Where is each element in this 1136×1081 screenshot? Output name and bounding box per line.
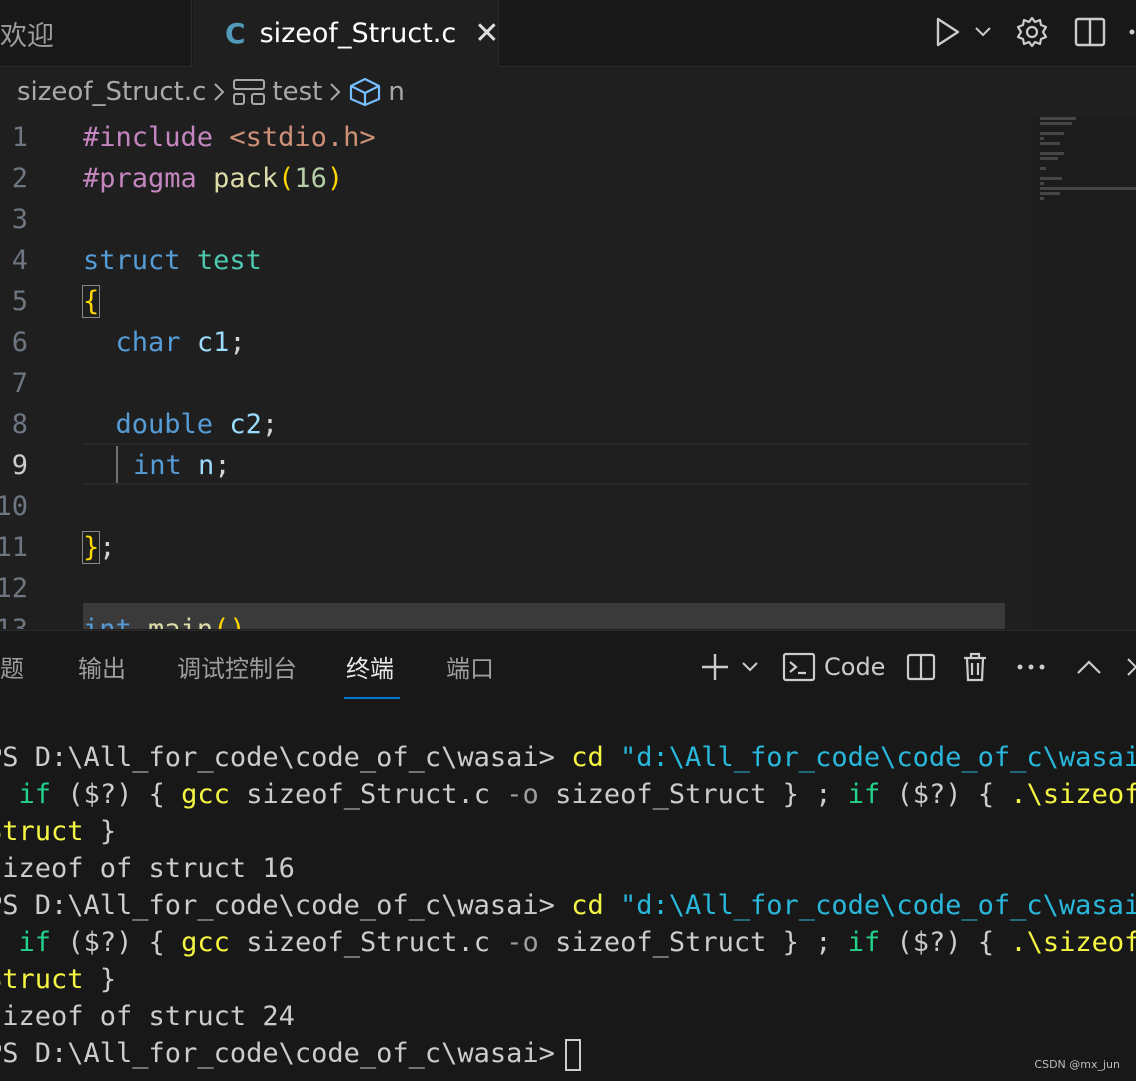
code-line-13: int main() [83,609,246,629]
terminal-line: ; if ($?) { gcc sizeof_Struct.c -o sizeo… [0,927,1136,958]
code-line-8: double c2; [115,409,279,440]
code-line-6: char c1; [115,327,246,358]
tab-welcome[interactable]: 欢迎 [0,0,192,66]
more-icon [1129,29,1135,35]
line-number: 8 [11,409,28,440]
line-number: 1 [11,122,28,153]
terminal-icon [782,652,816,682]
code-line-9: int n; [133,450,231,481]
field-cube-icon [350,77,381,107]
watermark: CSDN @mx_jun [1034,1058,1120,1071]
line-number-active: 9 [11,450,28,481]
close-panel-button[interactable] [1126,647,1136,687]
run-button[interactable] [928,12,968,52]
panel-tab-debug-console[interactable]: 调试控制台 [177,649,297,684]
breadcrumb-field[interactable]: n [348,77,405,107]
terminal-type-button[interactable]: Code [782,647,886,687]
code-line-1: #include <stdio.h> [83,122,376,153]
terminal-type-label: Code [824,653,886,681]
tab-file-label: sizeof_Struct.c [259,18,457,49]
line-number: 2 [11,163,28,194]
split-icon [906,653,936,681]
more-actions-button[interactable] [1014,647,1048,687]
terminal-view[interactable]: PS D:\All_for_code\code_of_c\wasai> cd "… [0,739,1136,1079]
line-number: 11 [0,532,28,563]
plus-icon [702,654,728,680]
split-terminal-button[interactable] [904,647,938,687]
chevron-up-icon [1077,660,1101,674]
code-line-11: }; [81,531,116,564]
maximize-panel-button[interactable] [1072,647,1106,687]
terminal-line: Struct } [0,816,117,847]
chevron-down-icon [975,27,991,37]
split-editor-icon [1074,17,1106,47]
panel-tab-ports[interactable]: 端口 [446,649,494,684]
terminal-line: ; if ($?) { gcc sizeof_Struct.c -o sizeo… [0,779,1136,810]
c-language-icon: C [225,17,246,50]
line-number: 13 [0,609,28,629]
new-terminal-dropdown[interactable] [738,647,762,687]
more-actions-button[interactable] [1124,12,1136,52]
terminal-line: PS D:\All_for_code\code_of_c\wasai> cd "… [0,890,1136,921]
line-number: 12 [0,573,28,604]
trash-icon [964,652,986,682]
split-editor-button[interactable] [1070,12,1110,52]
line-number: 3 [11,204,28,235]
breadcrumb-struct[interactable]: test [232,77,322,107]
code-line-4: struct test [83,245,262,276]
tab-sizeof-struct[interactable]: C sizeof_Struct.c ✕ [193,0,499,67]
struct-icon [233,79,266,105]
bottom-panel: 问题 输出 调试控制台 终端 端口 Code PS D:\All_for_cod… [0,630,1136,1081]
breadcrumb: sizeof_Struct.c test n [0,67,1136,117]
line-number: 4 [11,245,28,276]
breadcrumb-field-label: n [388,77,405,107]
kill-terminal-button[interactable] [958,647,992,687]
settings-button[interactable] [1012,12,1052,52]
panel-tab-output[interactable]: 输出 [78,649,126,684]
terminal-output-line: sizeof of struct 24 [0,1001,295,1032]
active-tab-indicator [344,697,400,699]
code-line-2: #pragma pack(16) [83,163,344,194]
line-number: 6 [11,327,28,358]
chevron-down-icon [742,662,758,672]
terminal-prompt-line: PS D:\All_for_code\code_of_c\wasai> [0,1035,1136,1072]
new-terminal-button[interactable] [698,647,732,687]
breadcrumb-file[interactable]: sizeof_Struct.c [17,77,206,107]
line-number: 5 [11,286,28,317]
chevron-right-icon [330,83,341,101]
terminal-line: Struct } [0,964,117,995]
play-icon [936,17,960,47]
ellipsis-icon [1017,664,1045,670]
run-options-dropdown[interactable] [968,12,998,52]
terminal-output-line: sizeof of struct 16 [0,853,295,884]
terminal-cursor [564,1038,581,1071]
close-tab-icon[interactable]: ✕ [474,16,499,51]
panel-tab-problems[interactable]: 问题 [0,649,24,684]
close-icon [1127,658,1136,676]
terminal-line: PS D:\All_for_code\code_of_c\wasai> cd "… [0,742,1136,773]
panel-tab-terminal[interactable]: 终端 [346,649,394,684]
minimap[interactable] [1032,117,1136,629]
line-number: 10 [0,491,28,522]
line-number: 7 [11,368,28,399]
gear-icon [1016,16,1048,48]
code-line-5: { [81,285,101,318]
breadcrumb-struct-label: test [272,77,323,107]
chevron-right-icon [214,83,225,101]
code-editor[interactable]: 1 2 3 4 5 6 7 8 9 10 11 12 13 #include <… [0,117,1136,629]
editor-tab-bar: 欢迎 C sizeof_Struct.c ✕ [0,0,1136,67]
tab-welcome-label: 欢迎 [0,20,54,52]
